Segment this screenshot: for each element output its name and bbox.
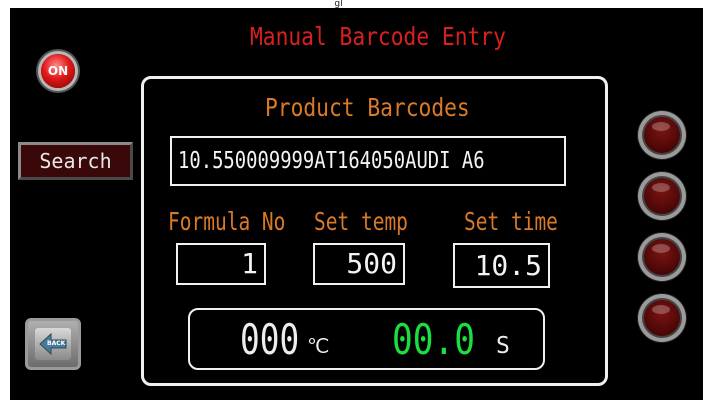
formula-no-field[interactable]: 1 xyxy=(176,243,266,285)
time-readout: 00.0 xyxy=(392,315,475,364)
indicator-lamp-3[interactable] xyxy=(638,233,686,281)
indicator-lamp-2[interactable] xyxy=(638,172,686,220)
formula-no-label: Formula No xyxy=(168,207,286,236)
set-temp-label: Set temp xyxy=(314,207,408,236)
barcode-input[interactable]: 10.550009999AT164050AUDI A6 xyxy=(170,136,566,186)
temperature-unit: ℃ xyxy=(307,334,330,358)
set-temp-field[interactable]: 500 xyxy=(313,243,405,285)
back-button-label: BACK xyxy=(47,340,66,347)
barcode-value: 10.550009999AT164050AUDI A6 xyxy=(178,148,485,174)
back-button[interactable]: BACK xyxy=(25,318,81,370)
temperature-readout: 000 xyxy=(240,315,300,364)
back-arrow-icon: BACK xyxy=(35,328,71,360)
top-tab-fragment: gl xyxy=(334,0,343,8)
indicator-lamp-4[interactable] xyxy=(638,294,686,342)
indicator-lamp-1[interactable] xyxy=(638,111,686,159)
on-button[interactable]: ON xyxy=(41,54,75,88)
search-button[interactable]: Search xyxy=(18,142,133,180)
set-time-label: Set time xyxy=(464,207,558,236)
time-unit: S xyxy=(496,333,510,359)
page-title: Manual Barcode Entry xyxy=(250,22,506,51)
panel-title: Product Barcodes xyxy=(265,93,470,122)
set-time-field[interactable]: 10.5 xyxy=(453,243,550,288)
